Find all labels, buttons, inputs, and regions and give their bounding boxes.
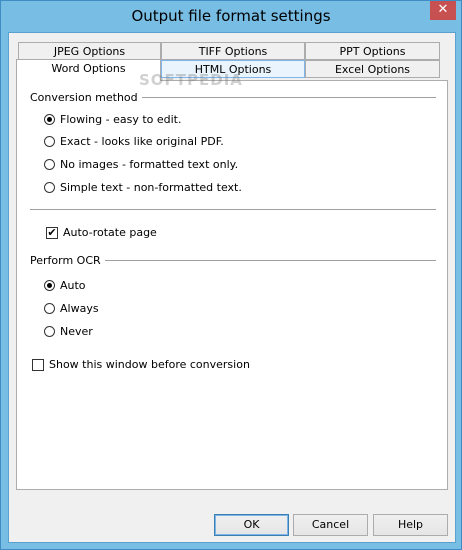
show-window-checkbox[interactable]: Show this window before conversion [32, 358, 250, 371]
checkbox-label: Auto-rotate page [63, 226, 157, 239]
radio-label: Always [60, 302, 99, 315]
title-bar[interactable]: Output file format settings ✕ [1, 1, 461, 31]
radio-no-images[interactable]: No images - formatted text only. [44, 158, 238, 171]
watermark: SOFTPEDIA [139, 71, 243, 89]
dialog-window: Output file format settings ✕ SOFTPEDIA … [0, 0, 462, 550]
tab-ppt-options[interactable]: PPT Options [305, 42, 440, 60]
radio-button[interactable] [44, 136, 55, 147]
radio-button[interactable] [44, 303, 55, 314]
radio-label: Flowing - easy to edit. [60, 113, 182, 126]
auto-rotate-checkbox[interactable]: ✔ Auto-rotate page [46, 226, 157, 239]
word-options-panel: Conversion method Flowing - easy to edit… [16, 80, 448, 490]
radio-label: Auto [60, 279, 86, 292]
radio-flowing[interactable]: Flowing - easy to edit. [44, 113, 181, 126]
radio-simple-text[interactable]: Simple text - non-formatted text. [44, 181, 242, 194]
radio-ocr-always[interactable]: Always [44, 302, 99, 315]
radio-ocr-never[interactable]: Never [44, 325, 93, 338]
divider [30, 209, 436, 211]
radio-button[interactable] [44, 326, 55, 337]
tab-excel-options[interactable]: Excel Options [305, 60, 440, 78]
checkbox-label: Show this window before conversion [49, 358, 250, 371]
conversion-method-label: Conversion method [30, 91, 142, 104]
checkbox[interactable] [32, 358, 44, 371]
radio-label: No images - formatted text only. [60, 158, 239, 171]
dialog-client: SOFTPEDIA JPEG Options TIFF Options PPT … [8, 32, 456, 543]
divider [97, 260, 436, 262]
cancel-button[interactable]: Cancel [293, 514, 368, 536]
radio-label: Exact - looks like original PDF. [60, 135, 224, 148]
radio-button[interactable] [44, 280, 55, 291]
close-icon: ✕ [437, 2, 449, 17]
radio-label: Simple text - non-formatted text. [60, 181, 242, 194]
tab-jpeg-options[interactable]: JPEG Options [18, 42, 161, 60]
tab-tiff-options[interactable]: TIFF Options [161, 42, 305, 60]
window-title: Output file format settings [131, 7, 331, 25]
radio-button[interactable] [44, 182, 55, 193]
help-button[interactable]: Help [373, 514, 448, 536]
radio-exact[interactable]: Exact - looks like original PDF. [44, 135, 224, 148]
close-button[interactable]: ✕ [430, 1, 456, 20]
radio-label: Never [60, 325, 93, 338]
ok-button[interactable]: OK [214, 514, 289, 536]
radio-button[interactable] [44, 114, 55, 125]
checkbox[interactable]: ✔ [46, 226, 58, 239]
radio-button[interactable] [44, 159, 55, 170]
divider [114, 97, 436, 99]
perform-ocr-label: Perform OCR [30, 254, 105, 267]
radio-ocr-auto[interactable]: Auto [44, 279, 86, 292]
